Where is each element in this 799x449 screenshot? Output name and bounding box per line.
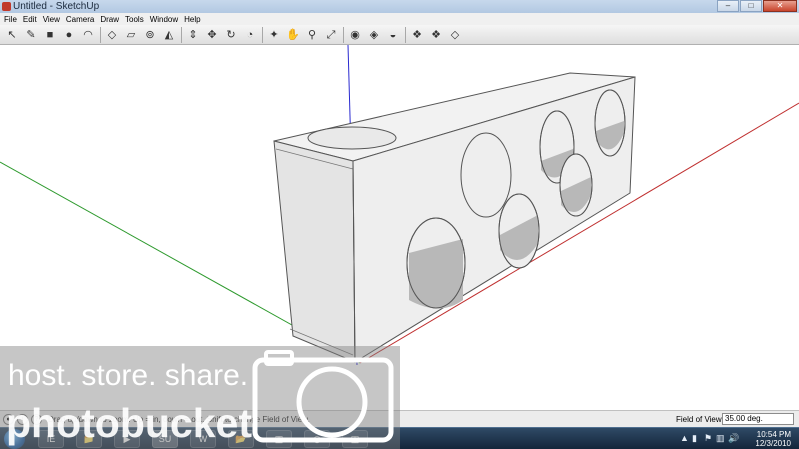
share-model-icon[interactable]: ◈ (366, 27, 382, 43)
arc-icon[interactable]: ◠ (80, 27, 96, 43)
google-earth-icon[interactable]: ◒ (385, 27, 401, 43)
clock-date: 12/3/2010 (755, 439, 791, 448)
menu-tools[interactable]: Tools (124, 15, 149, 24)
menu-bar: File Edit View Camera Draw Tools Window Help (0, 13, 799, 25)
box-left-face (273, 140, 356, 363)
close-button[interactable]: ✕ (763, 0, 797, 12)
top-port-hole (307, 126, 397, 150)
maximize-button[interactable]: □ (740, 0, 762, 12)
select-icon[interactable]: ↖ (4, 27, 20, 43)
rectangle-icon[interactable]: ■ (42, 27, 58, 43)
offset-icon[interactable]: ◔ (242, 27, 258, 43)
get-models-icon[interactable]: ◉ (347, 27, 363, 43)
components-icon[interactable]: ◇ (447, 27, 463, 43)
toolbar-separator (181, 26, 182, 43)
system-clock[interactable]: 10:54 PM 12/3/2010 (755, 430, 791, 448)
menu-help[interactable]: Help (183, 15, 205, 24)
toolbar-separator (343, 26, 344, 43)
zoom-icon[interactable]: ⚲ (304, 27, 320, 43)
photobucket-watermark: host. store. share. photobucket (0, 346, 400, 449)
sketchup-logo-icon (2, 2, 11, 11)
tray-icon-4[interactable]: 🔊 (728, 433, 739, 444)
clock-time: 10:54 PM (756, 430, 791, 439)
title-bar: Untitled - SketchUp – □ ✕ (0, 0, 799, 13)
watermark-tagline: host. store. share. (8, 359, 249, 392)
move-icon[interactable]: ✥ (204, 27, 220, 43)
watermark-brand: photobucket (6, 400, 252, 446)
push-pull-icon[interactable]: ⇕ (185, 27, 201, 43)
tray-icon-1[interactable]: ▮ (692, 433, 697, 444)
minimize-button[interactable]: – (717, 0, 739, 12)
rotate-icon[interactable]: ↻ (223, 27, 239, 43)
menu-file[interactable]: File (3, 15, 22, 24)
toolbar-separator (100, 26, 101, 43)
make-component-icon[interactable]: ◇ (104, 27, 120, 43)
vcb-label: Field of View (676, 415, 722, 424)
toolbar-separator (405, 26, 406, 43)
menu-camera[interactable]: Camera (65, 15, 99, 24)
main-toolbar: ↖ ✎ ■ ● ◠ ◇ ▱ ⊚ ◭ ⇕ ✥ ↻ ◔ ✦ ✋ ⚲ ⤢ ◉ ◈ ◒ ❖ ❖ ◇ (0, 25, 799, 45)
menu-window[interactable]: Window (149, 15, 183, 24)
camera-icon (252, 350, 394, 443)
line-icon[interactable]: ✎ (23, 27, 39, 43)
pan-icon[interactable]: ✋ (285, 27, 301, 43)
menu-draw[interactable]: Draw (99, 15, 124, 24)
tray-icon-2[interactable]: ⚑ (704, 433, 712, 444)
window-title: Untitled - SketchUp (13, 1, 100, 12)
share-component-icon[interactable]: ❖ (428, 27, 444, 43)
speaker-hole-2 (460, 132, 512, 218)
toolbar-separator (262, 26, 263, 43)
get-components-icon[interactable]: ❖ (409, 27, 425, 43)
tray-icon-0[interactable]: ▲ (680, 433, 689, 443)
tape-measure-icon[interactable]: ⊚ (142, 27, 158, 43)
orbit-icon[interactable]: ✦ (266, 27, 282, 43)
tray-icon-3[interactable]: ▥ (716, 433, 725, 444)
paint-bucket-icon[interactable]: ◭ (161, 27, 177, 43)
window-controls: – □ ✕ (716, 0, 797, 13)
eraser-icon[interactable]: ▱ (123, 27, 139, 43)
measurements-input[interactable]: 35.00 deg. (722, 413, 794, 425)
zoom-extents-icon[interactable]: ⤢ (323, 27, 339, 43)
menu-edit[interactable]: Edit (22, 15, 42, 24)
menu-view[interactable]: View (42, 15, 65, 24)
circle-icon[interactable]: ● (61, 27, 77, 43)
